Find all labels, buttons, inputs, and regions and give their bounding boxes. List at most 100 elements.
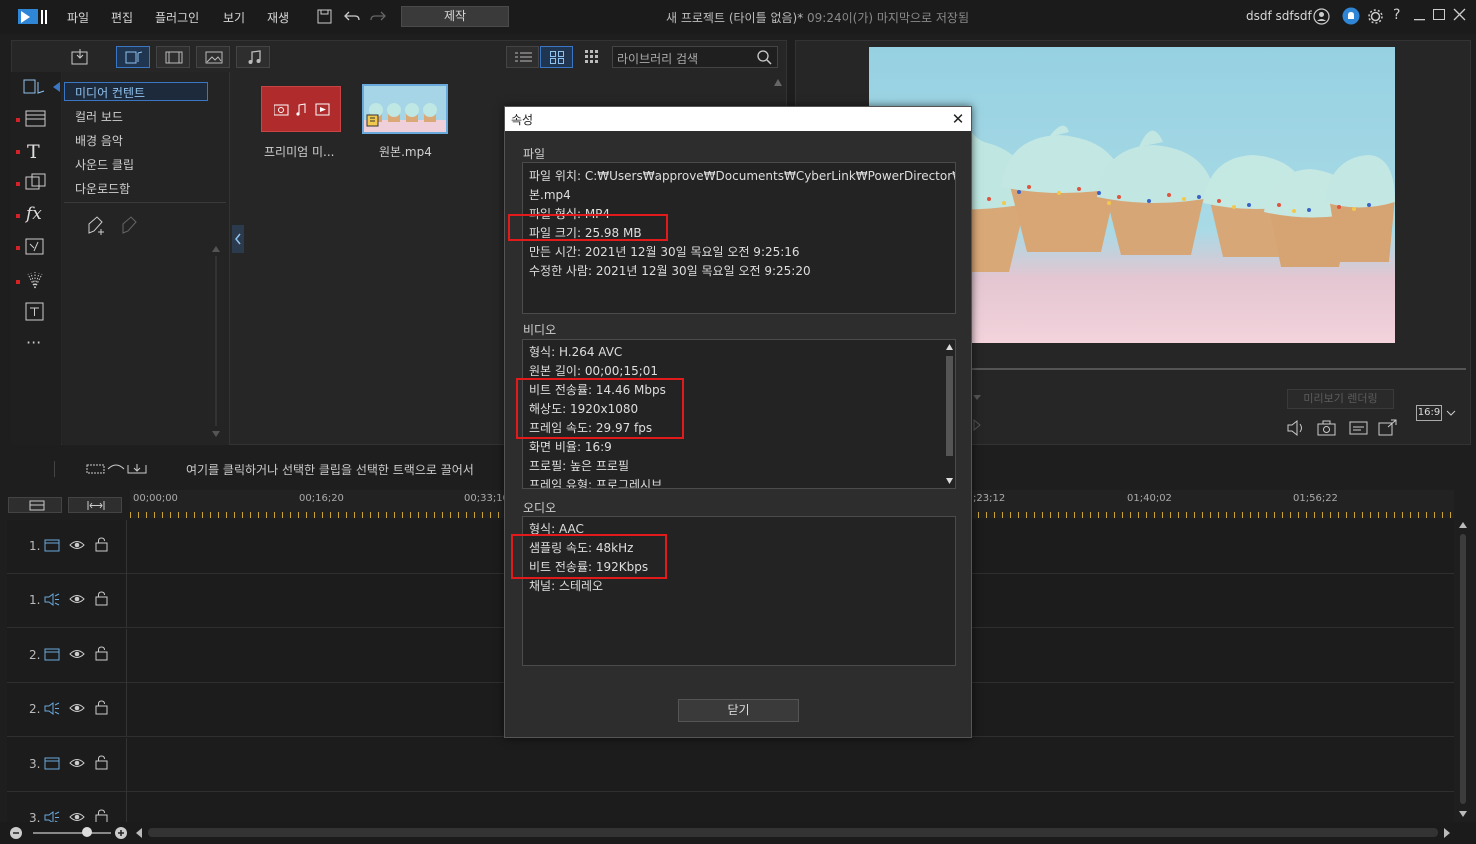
- tree-item-media-content[interactable]: 미디어 컨텐트: [75, 84, 145, 101]
- tree-item-sound-clip[interactable]: 사운드 클립: [75, 156, 134, 173]
- lock-icon[interactable]: [95, 700, 108, 715]
- premium-media-thumbnail[interactable]: [261, 86, 341, 132]
- timeline-vscrollbar[interactable]: [1457, 520, 1469, 820]
- library-search-input[interactable]: 라이브러리 검색: [612, 46, 778, 68]
- transition-room-icon[interactable]: [25, 173, 47, 193]
- video-track[interactable]: 3.: [7, 738, 1454, 792]
- media-filter-all-button[interactable]: [116, 46, 150, 68]
- highlight-box: [511, 534, 667, 579]
- subtitle-room-icon[interactable]: [25, 302, 45, 322]
- video-thumbnail[interactable]: [362, 84, 448, 134]
- tree-item-downloads[interactable]: 다운로드함: [75, 180, 130, 197]
- grid-view-button[interactable]: [540, 46, 573, 68]
- undock-preview-icon[interactable]: [1378, 419, 1398, 437]
- zoom-slider[interactable]: [33, 832, 111, 834]
- last-saved: 09:24이(가) 마지막으로 저장됨: [803, 11, 970, 25]
- audio-track[interactable]: 3.: [7, 792, 1454, 823]
- minimize-icon[interactable]: [1414, 8, 1426, 22]
- add-tag-icon[interactable]: [86, 215, 108, 237]
- video-info-scrollbar[interactable]: [943, 340, 956, 488]
- more-rooms-icon[interactable]: ···: [26, 333, 41, 352]
- zoom-out-icon[interactable]: [9, 826, 23, 840]
- fit-timeline-button[interactable]: [68, 497, 122, 513]
- eye-icon[interactable]: [69, 539, 85, 551]
- dialog-title-bar: 속성 ✕: [505, 107, 971, 131]
- chevron-down-icon[interactable]: [1446, 410, 1456, 417]
- room-indicator: [16, 214, 20, 218]
- menu-view[interactable]: 보기: [223, 9, 245, 26]
- render-preview-button[interactable]: 미리보기 렌더링: [1287, 389, 1394, 409]
- close-icon[interactable]: [1453, 8, 1466, 22]
- menu-edit[interactable]: 편집: [111, 9, 133, 26]
- zoom-slider-thumb[interactable]: [82, 827, 92, 837]
- import-media-icon[interactable]: [71, 48, 91, 66]
- library-scroll-up-icon[interactable]: [773, 76, 783, 90]
- eye-icon[interactable]: [69, 702, 85, 714]
- image-filter-button[interactable]: [196, 46, 230, 68]
- scroll-right-icon[interactable]: [1442, 827, 1452, 839]
- maximize-icon[interactable]: [1433, 8, 1445, 22]
- lock-icon[interactable]: [95, 809, 108, 823]
- fit-timeline-icon: [87, 501, 105, 510]
- menu-file[interactable]: 파일: [67, 9, 89, 26]
- file-info-line: 만든 시간: 2021년 12월 30일 목요일 오전 9:25:16: [529, 245, 800, 259]
- track-manager-button[interactable]: [8, 497, 62, 513]
- menu-play[interactable]: 재생: [267, 9, 289, 26]
- ruler-tick-label: 00;16;20: [299, 493, 344, 504]
- grid-view-icon: [550, 51, 564, 64]
- gear-icon[interactable]: [1367, 8, 1384, 25]
- eye-icon[interactable]: [69, 593, 85, 605]
- panel-collapse-handle[interactable]: [232, 225, 244, 253]
- fx-room-icon[interactable]: fx: [26, 204, 42, 224]
- remove-tag-icon[interactable]: [120, 215, 140, 235]
- pip-room-icon[interactable]: [25, 238, 45, 256]
- scroll-left-icon[interactable]: [134, 827, 144, 839]
- lock-icon[interactable]: [95, 646, 108, 661]
- media-room-icon[interactable]: [23, 78, 47, 98]
- title-room-icon[interactable]: T: [27, 141, 40, 163]
- notification-icon[interactable]: [1342, 7, 1360, 25]
- tree-item-bgm[interactable]: 배경 음악: [75, 132, 123, 149]
- highlight-box: [516, 378, 684, 439]
- redo-icon[interactable]: [370, 10, 386, 23]
- room-indicator: [16, 118, 20, 122]
- divider: [64, 202, 226, 203]
- lock-icon[interactable]: [95, 755, 108, 770]
- undo-icon[interactable]: [344, 10, 360, 23]
- color-board-room-icon[interactable]: [25, 110, 47, 128]
- lock-icon[interactable]: [95, 537, 108, 552]
- particle-room-icon[interactable]: [25, 270, 45, 290]
- file-info-line: 파일 위치: C:₩Users₩approve₩Documents₩CyberL…: [529, 169, 956, 183]
- preview-seekbar[interactable]: [972, 368, 1466, 370]
- premium-media-label: 프리미엄 미...: [264, 145, 335, 159]
- media-filter-all-icon: [125, 51, 143, 64]
- room-collapse-arrow-icon[interactable]: [53, 82, 61, 92]
- dialog-close-icon[interactable]: ✕: [949, 110, 967, 128]
- zoom-in-icon[interactable]: [114, 826, 128, 840]
- eye-icon[interactable]: [69, 648, 85, 660]
- aspect-ratio-selector[interactable]: 16:9: [1416, 405, 1442, 421]
- subtitle-toggle-icon[interactable]: [1349, 421, 1369, 436]
- close-button[interactable]: 닫기: [678, 699, 799, 722]
- audio-filter-button[interactable]: [236, 46, 270, 68]
- tree-scrollbar[interactable]: [211, 244, 221, 439]
- volume-icon[interactable]: [1286, 419, 1306, 437]
- menu-plugin[interactable]: 플러그인: [155, 9, 199, 26]
- list-view-button[interactable]: [506, 46, 539, 68]
- save-icon[interactable]: [317, 9, 332, 24]
- user-name: dsdf sdfsdf: [1246, 9, 1312, 23]
- search-icon[interactable]: [757, 50, 772, 65]
- snapshot-camera-icon[interactable]: [1317, 420, 1337, 436]
- lock-icon[interactable]: [95, 591, 108, 606]
- thumbnail-size-icon[interactable]: [585, 50, 599, 64]
- tree-item-color-board[interactable]: 컬러 보드: [75, 108, 123, 125]
- video-track-icon: [44, 757, 60, 770]
- help-icon[interactable]: ?: [1393, 7, 1400, 23]
- playback-controls-partial[interactable]: [972, 392, 982, 437]
- eye-icon[interactable]: [69, 757, 85, 769]
- timeline-hscrollbar[interactable]: [148, 828, 1438, 837]
- produce-button[interactable]: 제작: [401, 6, 509, 27]
- track-header: 2.: [7, 629, 127, 683]
- video-filter-button[interactable]: [156, 46, 190, 68]
- account-icon[interactable]: [1313, 8, 1330, 25]
